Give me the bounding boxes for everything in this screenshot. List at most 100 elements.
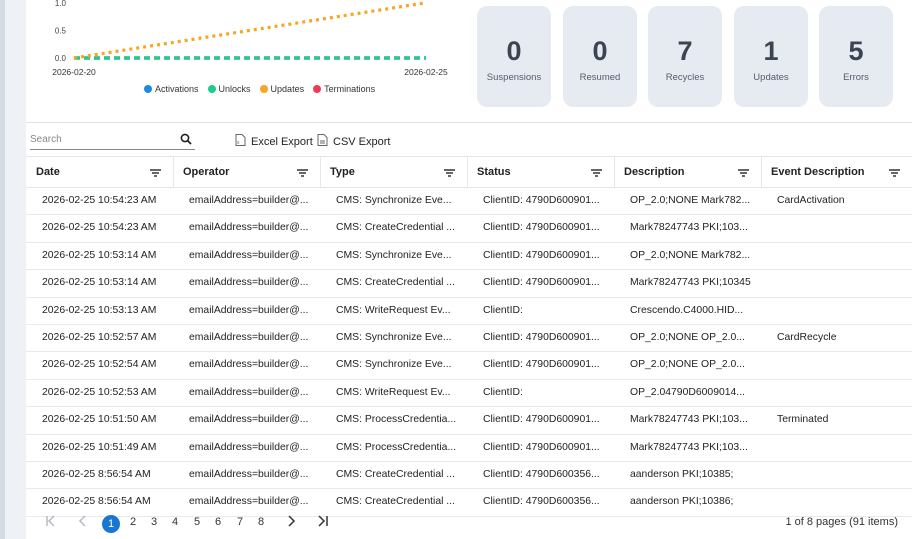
table-row[interactable]: 2026-02-25 10:53:14 AM emailAddress=build… xyxy=(26,243,912,271)
page-button[interactable]: 8 xyxy=(258,516,264,528)
stat-label: Errors xyxy=(843,72,869,83)
left-border xyxy=(0,0,5,539)
stat-value: 1 xyxy=(763,36,779,66)
column-header-description[interactable]: Description xyxy=(614,157,762,187)
y-tick-label: 0.5 xyxy=(55,26,67,35)
table-row[interactable]: 2026-02-25 10:52:54 AM emailAddress=build… xyxy=(26,352,912,380)
column-header-event-description[interactable]: Event Description xyxy=(761,157,912,187)
pagination: 1 2 3 4 5 6 7 8 1 of 8 pages (91 items) xyxy=(26,509,912,539)
cell-date: 2026-02-25 10:51:50 AM xyxy=(42,414,157,426)
cell-date: 2026-02-25 8:56:54 AM xyxy=(42,496,151,508)
cell-operator: emailAddress=builder@... xyxy=(189,414,309,426)
stat-card-resumed: 0 Resumed xyxy=(563,6,637,107)
column-title: Description xyxy=(624,166,685,178)
cell-description: OP_2.0;NONE OP_2.0... xyxy=(630,331,745,343)
stat-label: Suspensions xyxy=(486,72,542,83)
filter-icon[interactable] xyxy=(444,168,455,180)
page-button[interactable]: 4 xyxy=(172,516,178,528)
column-header-status[interactable]: Status xyxy=(467,157,615,187)
cell-date: 2026-02-25 10:54:23 AM xyxy=(42,195,157,206)
table-row[interactable]: 2026-02-25 8:56:54 AM emailAddress=builde… xyxy=(26,462,912,490)
cell-event-description: Terminated xyxy=(777,414,829,426)
legend-item-activations[interactable]: Activations xyxy=(144,84,199,94)
cell-description: OP_2.0;NONE Mark782... xyxy=(630,195,751,206)
x-tick-label: 2026-02-20 xyxy=(52,67,96,77)
search-icon[interactable] xyxy=(180,132,192,150)
column-header-date[interactable]: Date xyxy=(26,157,174,187)
filter-icon[interactable] xyxy=(150,168,161,180)
cell-status: ClientID: 4790D600901... xyxy=(483,277,600,289)
stat-card-recycles: 7 Recycles xyxy=(648,6,722,107)
page-button[interactable]: 7 xyxy=(237,516,243,528)
excel-export-button[interactable]: x Excel Export xyxy=(235,134,313,149)
stat-card-updates: 1 Updates xyxy=(734,6,808,107)
stat-value: 0 xyxy=(592,36,608,66)
cell-date: 2026-02-25 10:51:49 AM xyxy=(42,441,157,453)
page-button[interactable]: 2 xyxy=(130,516,136,528)
cell-description: OP_2.0;NONE OP_2.0... xyxy=(630,359,745,371)
table-row[interactable]: 2026-02-25 10:53:14 AM emailAddress=build… xyxy=(26,270,912,298)
stat-label: Updates xyxy=(753,72,789,83)
cell-operator: emailAddress=builder@... xyxy=(189,386,309,398)
legend-marker xyxy=(259,85,268,93)
table-row[interactable]: 2026-02-25 10:51:49 AM emailAddress=build… xyxy=(26,435,912,462)
legend-marker xyxy=(207,85,216,93)
stat-value: 7 xyxy=(677,36,693,66)
cell-status: ClientID: 4790D600901... xyxy=(483,222,600,234)
stat-label: Recycles xyxy=(665,72,705,83)
cell-description: Mark78247743 PKI;10345 xyxy=(630,277,751,289)
cell-date: 2026-02-25 10:53:14 AM xyxy=(42,277,157,289)
legend-item-unlocks[interactable]: Unlocks xyxy=(207,84,251,94)
table-row[interactable]: 2026-02-25 10:51:50 AM emailAddress=build… xyxy=(26,407,912,435)
last-page-icon[interactable] xyxy=(316,514,330,531)
page-button[interactable]: 6 xyxy=(215,516,221,528)
column-title: Date xyxy=(36,166,60,178)
filter-icon[interactable] xyxy=(591,168,602,180)
cell-status: ClientID: 4790D600901... xyxy=(483,195,600,206)
cell-type: CMS: Synchronize Eve... xyxy=(336,195,452,206)
cell-type: CMS: ProcessCredentia... xyxy=(336,414,457,426)
cell-type: CMS: ProcessCredentia... xyxy=(336,441,457,453)
page-button[interactable]: 1 xyxy=(102,515,120,533)
next-page-icon[interactable] xyxy=(284,514,298,531)
page-button[interactable]: 5 xyxy=(194,516,200,528)
cell-type: CMS: CreateCredential ... xyxy=(336,496,455,508)
table-row[interactable]: 2026-02-25 10:53:13 AM emailAddress=build… xyxy=(26,298,912,325)
table-row[interactable]: 2026-02-25 10:52:57 AM emailAddress=build… xyxy=(26,325,912,353)
first-page-icon[interactable] xyxy=(44,514,58,531)
cell-description: Mark78247743 PKI;103... xyxy=(630,414,748,426)
column-header-type[interactable]: Type xyxy=(320,157,468,187)
stat-card-suspensions: 0 Suspensions xyxy=(477,6,551,107)
cell-description: Crescendo.C4000.HID... xyxy=(630,304,744,316)
filter-icon[interactable] xyxy=(738,168,749,180)
cell-operator: emailAddress=builder@... xyxy=(189,249,309,261)
prev-page-icon[interactable] xyxy=(76,514,90,531)
stat-label: Resumed xyxy=(579,72,621,83)
cell-type: CMS: WriteRequest Ev... xyxy=(336,386,451,398)
cell-status: ClientID: 4790D600901... xyxy=(483,249,600,261)
page-button[interactable]: 3 xyxy=(151,516,157,528)
filter-icon[interactable] xyxy=(297,168,308,180)
series-line-updates xyxy=(73,1,427,60)
cell-operator: emailAddress=builder@... xyxy=(189,195,309,206)
column-header-operator[interactable]: Operator xyxy=(173,157,321,187)
legend-item-updates[interactable]: Updates xyxy=(259,84,304,94)
cell-status: ClientID: 4790D600901... xyxy=(483,331,600,343)
legend-item-terminations[interactable]: Terminations xyxy=(313,84,375,94)
table-row[interactable]: 2026-02-25 10:52:53 AM emailAddress=build… xyxy=(26,380,912,408)
y-tick-label: 1.0 xyxy=(55,0,67,8)
cell-status: ClientID: 4790D600901... xyxy=(483,414,600,426)
search-input[interactable] xyxy=(30,132,170,145)
cell-date: 2026-02-25 10:52:53 AM xyxy=(42,386,157,398)
cell-type: CMS: WriteRequest Ev... xyxy=(336,304,451,316)
cell-status: ClientID: 4790D600356... xyxy=(483,468,600,480)
cell-operator: emailAddress=builder@... xyxy=(189,304,309,316)
column-title: Type xyxy=(330,166,355,178)
cell-type: CMS: CreateCredential ... xyxy=(336,277,455,289)
csv-export-button[interactable]: CSV Export xyxy=(317,134,390,149)
table-row[interactable]: 2026-02-25 10:54:23 AM emailAddress=build… xyxy=(26,215,912,243)
table-header: Date Operator Type Status Description Ev… xyxy=(26,156,912,188)
filter-icon[interactable] xyxy=(889,168,900,180)
legend-label: Unlocks xyxy=(218,84,251,94)
table-row[interactable]: 2026-02-25 10:54:23 AM emailAddress=build… xyxy=(26,188,912,216)
